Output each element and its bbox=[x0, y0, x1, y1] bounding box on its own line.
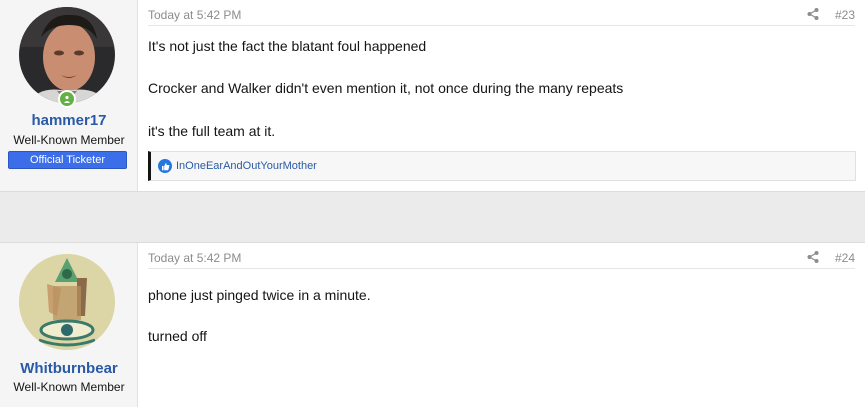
post-line: It's not just the fact the blatant foul … bbox=[148, 38, 427, 54]
online-status-icon bbox=[58, 90, 76, 108]
username[interactable]: hammer17 bbox=[0, 112, 138, 129]
post-23: hammer17 Well-Known Member Official Tick… bbox=[0, 0, 865, 192]
reaction-users-link[interactable]: InOneEarAndOutYourMother bbox=[176, 160, 317, 172]
post-content: Today at 5:42 PM #24 phone just pinged t… bbox=[138, 243, 865, 407]
avatar[interactable] bbox=[19, 7, 115, 103]
post-body: phone just pinged twice in a minute. tur… bbox=[148, 243, 855, 363]
post-line: it's the full team at it. bbox=[148, 123, 276, 139]
post-line: phone just pinged twice in a minute. bbox=[148, 287, 371, 303]
avatar[interactable] bbox=[19, 254, 115, 350]
post-body: It's not just the fact the blatant foul … bbox=[148, 0, 855, 150]
user-title: Well-Known Member bbox=[13, 380, 125, 394]
user-panel: hammer17 Well-Known Member Official Tick… bbox=[0, 0, 138, 191]
post-content: Today at 5:42 PM #23 It's not just the f… bbox=[138, 0, 865, 191]
user-banner: Official Ticketer bbox=[8, 151, 127, 169]
username[interactable]: Whitburnbear bbox=[0, 360, 138, 377]
post-24: Whitburnbear Well-Known Member Today at … bbox=[0, 242, 865, 407]
user-title: Well-Known Member bbox=[13, 133, 125, 147]
user-panel: Whitburnbear Well-Known Member bbox=[0, 243, 138, 407]
thumbs-up-icon bbox=[158, 159, 172, 173]
reactions-bar: InOneEarAndOutYourMother bbox=[148, 151, 856, 181]
post-line: Crocker and Walker didn't even mention i… bbox=[148, 80, 624, 96]
post-line: turned off bbox=[148, 328, 207, 344]
